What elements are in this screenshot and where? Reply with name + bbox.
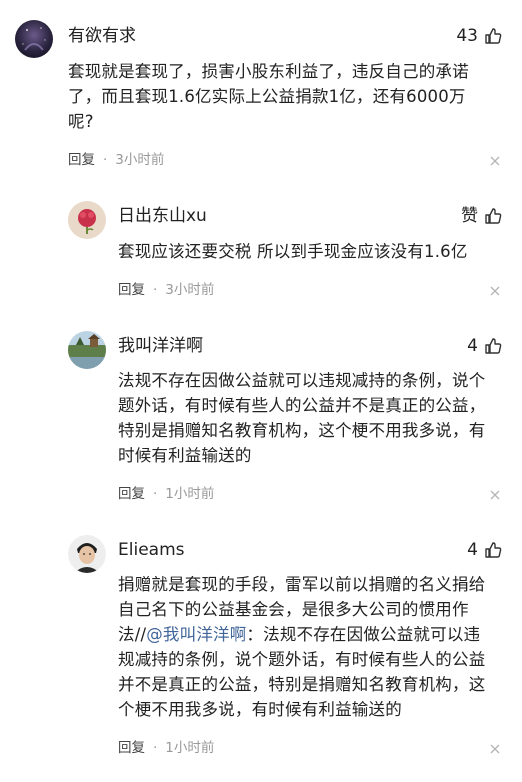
avatar-richudongshanxu[interactable] — [68, 201, 106, 239]
comment-text: 套现就是套现了，损害小股东利益了，违反自己的承诺 了，而且套现1.6亿实际上公益… — [68, 59, 469, 134]
comment-text: 法规不存在因做公益就可以违规减持的条例，说个 题外话，有时候有些人的公益并不是真… — [118, 368, 485, 468]
like-button[interactable]: 赞 — [461, 205, 502, 227]
comment-line: 时候有利益输送的 — [118, 446, 252, 465]
thumbs-up-icon — [484, 541, 502, 559]
timestamp: 3小时前 — [115, 152, 165, 168]
avatar-youyuyouqiu[interactable] — [15, 20, 53, 58]
comment-line: 题外话，有时候有些人的公益并不是真正的公益， — [118, 396, 486, 415]
reply-button[interactable]: 回复 — [118, 739, 145, 757]
comment-meta: 回复 · 3小时前 — [118, 281, 214, 299]
comment-line: 捐赠就是套现的手段，雷军以前以捐赠的名义捐给 — [118, 575, 486, 594]
comment-line: 套现应该还要交税 所以到手现金应该没有1.6亿 — [118, 242, 468, 261]
timestamp: 1小时前 — [165, 486, 215, 502]
avatar-wojiaoyangyanga[interactable] — [68, 331, 106, 369]
comment-username[interactable]: 有欲有求 — [68, 25, 136, 47]
timestamp: 1小时前 — [165, 740, 215, 756]
comment-username[interactable]: 日出东山xu — [118, 205, 207, 227]
comment-line: 法//@我叫洋洋啊：法规不存在因做公益就可以违 — [118, 622, 485, 647]
close-icon[interactable] — [490, 286, 500, 296]
separator-dot: · — [153, 282, 158, 298]
comment-text: 套现应该还要交税 所以到手现金应该没有1.6亿 — [118, 239, 468, 264]
comment-line: 个梗不用我多说，有时候有利益输送的 — [118, 700, 402, 719]
separator-dot: · — [153, 486, 158, 502]
separator-dot: · — [103, 152, 108, 168]
comment-meta: 回复 · 1小时前 — [118, 739, 214, 757]
comment-line: 了，而且套现1.6亿实际上公益捐款1亿，还有6000万 — [68, 87, 466, 106]
reply-button[interactable]: 回复 — [118, 485, 145, 503]
comment-meta: 回复 · 3小时前 — [68, 151, 164, 169]
like-count: 4 — [467, 336, 478, 356]
comment-line: 规减持的条例，说个题外话，有时候有些人的公益 — [118, 650, 486, 669]
mention-prefix: 法// — [118, 625, 147, 644]
comment-text: 捐赠就是套现的手段，雷军以前以捐赠的名义捐给 自己名下的公益基金会，是很多大公司… — [118, 572, 485, 722]
like-count: 4 — [467, 540, 478, 560]
close-icon[interactable] — [490, 156, 500, 166]
reply-button[interactable]: 回复 — [118, 281, 145, 299]
separator-dot: · — [153, 740, 158, 756]
comment-meta: 回复 · 1小时前 — [118, 485, 214, 503]
close-icon[interactable] — [490, 744, 500, 754]
thumbs-up-icon — [484, 27, 502, 45]
comment-line: 特别是捐赠知名教育机构，这个梗不用我多说，有 — [118, 421, 486, 440]
comment-line: 并不是真正的公益，特别是捐赠知名教育机构，这 — [118, 675, 486, 694]
comment-username[interactable]: 我叫洋洋啊 — [118, 335, 203, 357]
mention-suffix: ：法规不存在因做公益就可以违 — [246, 625, 481, 644]
like-button[interactable]: 4 — [467, 539, 502, 561]
reply-button[interactable]: 回复 — [68, 151, 95, 169]
timestamp: 3小时前 — [165, 282, 215, 298]
comment-line: 自己名下的公益基金会，是很多大公司的惯用作 — [118, 600, 469, 619]
like-button[interactable]: 4 — [467, 335, 502, 357]
comment-line: 法规不存在因做公益就可以违规减持的条例，说个 — [118, 371, 486, 390]
like-button[interactable]: 43 — [456, 25, 502, 47]
like-count: 43 — [456, 26, 478, 46]
thumbs-up-icon — [484, 207, 502, 225]
comment-line: 呢? — [68, 112, 94, 131]
comment-username[interactable]: Elieams — [118, 539, 184, 561]
avatar-elieams[interactable] — [68, 535, 106, 573]
user-mention-link[interactable]: @我叫洋洋啊 — [146, 625, 246, 644]
close-icon[interactable] — [490, 490, 500, 500]
comment-line: 套现就是套现了，损害小股东利益了，违反自己的承诺 — [68, 62, 469, 81]
thumbs-up-icon — [484, 337, 502, 355]
like-count: 赞 — [461, 206, 478, 226]
